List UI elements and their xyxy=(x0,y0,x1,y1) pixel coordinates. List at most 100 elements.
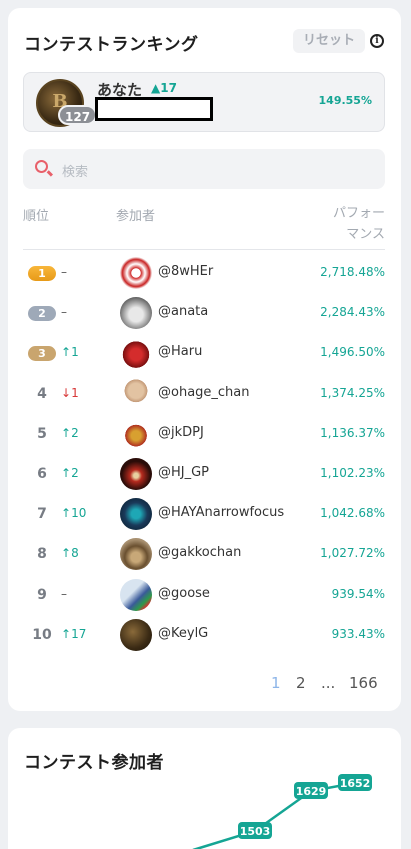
participants-labels: 1503 1629 1652 xyxy=(238,774,372,839)
arrow-up-icon: ↑ xyxy=(61,626,72,641)
column-header-participant: 参加者 xyxy=(116,209,156,224)
ranking-row[interactable]: 1– @8wHEr 2,718.48% xyxy=(23,253,385,293)
rank-change: – xyxy=(61,265,67,279)
username[interactable]: @HAYAnarrowfocus xyxy=(158,505,284,520)
rank-medal-badge: 3 xyxy=(28,346,56,362)
info-icon[interactable]: i xyxy=(370,34,384,48)
username[interactable]: @KeylG xyxy=(158,626,208,641)
rank-medal-badge: 1 xyxy=(28,266,56,281)
rank-number: 9 xyxy=(37,586,47,603)
column-header-performance-line2: マンス xyxy=(346,227,385,242)
username[interactable]: @8wHEr xyxy=(158,264,213,279)
arrow-up-icon: ↑ xyxy=(61,506,72,521)
user-avatar[interactable] xyxy=(120,337,152,370)
participants-label: 1503 xyxy=(240,825,271,838)
performance-value: 939.54% xyxy=(331,586,385,601)
rank-change-value: 2 xyxy=(71,425,79,440)
contest-ranking-card: コンテストランキング リセット i B 127 あなた ▲17 149.55% … xyxy=(8,8,401,711)
performance-value: 1,042.68% xyxy=(320,506,385,521)
ranking-row[interactable]: 7 ↑10 @HAYAnarrowfocus 1,042.68% xyxy=(23,494,385,534)
performance-value: 1,136.37% xyxy=(320,425,385,440)
arrow-up-icon: ↑ xyxy=(61,546,72,561)
search-placeholder: 検索 xyxy=(62,165,89,180)
username[interactable]: @jkDPJ xyxy=(158,425,204,440)
pagination-page[interactable]: 2 xyxy=(296,674,306,692)
username[interactable]: @HJ_GP xyxy=(158,465,209,480)
user-avatar[interactable] xyxy=(120,458,152,490)
participants-chart: 1503 1629 1652 xyxy=(192,774,372,849)
pagination-ellipsis: ... xyxy=(321,674,336,692)
pagination-page[interactable]: 1 xyxy=(271,674,281,692)
arrow-down-icon: ↓ xyxy=(61,385,72,400)
redacted-box xyxy=(95,97,213,121)
username[interactable]: @gakkochan xyxy=(158,545,241,560)
rank-change: ↑2 xyxy=(61,426,79,440)
performance-value: 2,718.48% xyxy=(320,265,385,279)
pagination-page[interactable]: 166 xyxy=(349,674,378,692)
user-avatar[interactable] xyxy=(120,297,152,330)
your-ranking-summary: B 127 あなた ▲17 149.55% xyxy=(23,72,385,132)
arrow-up-icon: ↑ xyxy=(61,345,72,360)
rank-medal-badge: 2 xyxy=(28,306,56,322)
your-rank-change: ▲17 xyxy=(151,81,177,95)
rank-change-value: 8 xyxy=(71,546,79,561)
header-divider xyxy=(23,249,385,250)
rank-change-value: – xyxy=(61,586,67,601)
rank-change: ↑1 xyxy=(61,345,79,359)
username[interactable]: @goose xyxy=(158,586,210,601)
ranking-row[interactable]: 3 ↑1 @Haru 1,496.50% xyxy=(23,333,385,373)
user-avatar[interactable] xyxy=(120,618,152,651)
rank-change-value: – xyxy=(61,265,67,279)
rank-change-value: 1 xyxy=(71,345,79,360)
ranking-row[interactable]: 5 ↑2 @jkDPJ 1,136.37% xyxy=(23,414,385,454)
username[interactable]: @ohage_chan xyxy=(158,385,250,400)
rank-change: ↑8 xyxy=(61,546,79,560)
search-icon xyxy=(35,160,48,173)
reset-button[interactable]: リセット xyxy=(293,29,365,53)
user-avatar[interactable] xyxy=(120,538,152,571)
rank-change: – xyxy=(61,305,67,319)
your-rank-badge: 127 xyxy=(58,105,98,125)
ranking-row[interactable]: 10 ↑17 @KeylG 933.43% xyxy=(23,615,385,655)
username[interactable]: @anata xyxy=(158,304,208,319)
arrow-up-icon: ↑ xyxy=(61,466,72,480)
column-header-performance-line1: パフォー xyxy=(332,206,385,221)
arrow-up-icon: ↑ xyxy=(61,425,72,440)
rank-change-value: 17 xyxy=(71,626,87,641)
participants-label: 1629 xyxy=(296,785,327,798)
ranking-row[interactable]: 8 ↑8 @gakkochan 1,027.72% xyxy=(23,534,385,574)
ranking-row[interactable]: 4 ↓1 @ohage_chan 1,374.25% xyxy=(23,374,385,414)
rank-number: 8 xyxy=(37,546,47,563)
rank-change: ↑17 xyxy=(61,627,86,641)
rank-change-value: 1 xyxy=(71,385,79,400)
performance-value: 1,496.50% xyxy=(320,345,385,360)
ranking-row[interactable]: 6 ↑2 @HJ_GP 1,102.23% xyxy=(23,454,385,494)
caret-up-icon: ▲ xyxy=(151,81,161,95)
ranking-title: コンテストランキング xyxy=(24,35,199,55)
column-header-rank: 順位 xyxy=(23,209,50,224)
contest-participants-card: コンテスト参加者 1503 1629 1652 xyxy=(8,728,401,849)
user-avatar[interactable] xyxy=(120,417,152,450)
rank-number: 4 xyxy=(37,385,47,402)
search-input[interactable]: 検索 xyxy=(23,149,385,189)
ranking-row[interactable]: 2– @anata 2,284.43% xyxy=(23,293,385,333)
performance-value: 1,102.23% xyxy=(320,466,385,480)
performance-value: 1,374.25% xyxy=(320,385,385,400)
performance-value: 2,284.43% xyxy=(320,305,385,320)
user-avatar[interactable] xyxy=(120,578,152,611)
participants-label: 1652 xyxy=(340,777,371,790)
user-avatar[interactable] xyxy=(120,498,152,531)
rank-change-value: – xyxy=(61,305,67,320)
username[interactable]: @Haru xyxy=(158,344,202,359)
participants-line xyxy=(192,781,356,849)
rank-number: 7 xyxy=(37,506,47,523)
user-avatar[interactable] xyxy=(120,257,152,289)
performance-value: 933.43% xyxy=(331,626,385,641)
rank-number: 6 xyxy=(37,466,47,482)
rank-change-value: 10 xyxy=(71,506,87,521)
rank-change: ↓1 xyxy=(61,386,79,400)
user-avatar[interactable] xyxy=(120,377,152,410)
ranking-row[interactable]: 9– @goose 939.54% xyxy=(23,575,385,615)
column-header-performance: パフォーマンス xyxy=(305,203,385,245)
rank-change: ↑2 xyxy=(61,466,79,480)
